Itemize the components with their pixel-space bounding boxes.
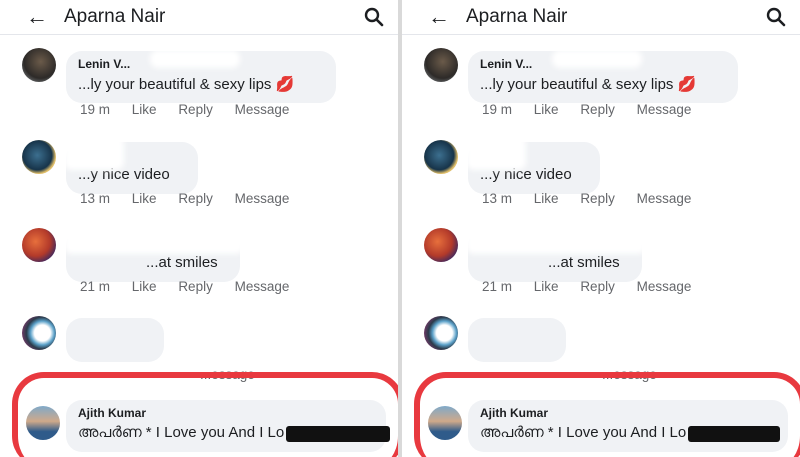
back-arrow-icon[interactable]: ← — [26, 4, 48, 30]
comment-time: 19 m — [80, 102, 111, 117]
like-link[interactable]: Like — [132, 191, 157, 206]
comment-actions: 13 m Like Reply Message — [482, 191, 709, 206]
avatar[interactable] — [424, 228, 458, 262]
message-link[interactable]: Message — [637, 102, 692, 117]
blurred-name — [64, 136, 124, 170]
reply-link[interactable]: Reply — [178, 191, 213, 206]
page-title: Aparna Nair — [64, 6, 166, 27]
like-link[interactable]: Like — [132, 102, 157, 117]
like-link[interactable]: Like — [534, 279, 559, 294]
comment-actions: 19 m Like Reply Message — [80, 102, 307, 117]
comment-text: ...ly your beautiful & sexy lips 💋 — [78, 76, 295, 93]
comment-time: 21 m — [482, 279, 513, 294]
blurred-name — [466, 136, 526, 170]
comment-time: 13 m — [482, 191, 513, 206]
page-title: Aparna Nair — [466, 6, 568, 27]
comment-time: 13 m — [80, 191, 111, 206]
search-icon[interactable] — [766, 7, 786, 27]
header-bar: ← Aparna Nair — [402, 0, 800, 35]
avatar[interactable] — [22, 140, 56, 174]
message-link[interactable]: Message — [235, 102, 290, 117]
comment-actions: 19 m Like Reply Message — [482, 102, 709, 117]
highlight-ring — [12, 372, 398, 457]
message-link[interactable]: Message — [235, 279, 290, 294]
like-link[interactable]: Like — [534, 102, 559, 117]
like-link[interactable]: Like — [132, 279, 157, 294]
comment-text: ...ly your beautiful & sexy lips 💋 — [480, 76, 697, 93]
avatar[interactable] — [22, 48, 56, 82]
reply-link[interactable]: Reply — [178, 279, 213, 294]
message-link[interactable]: Message — [637, 279, 692, 294]
comment-bubble — [66, 318, 164, 362]
avatar[interactable] — [22, 316, 56, 350]
back-arrow-icon[interactable]: ← — [428, 4, 450, 30]
message-link[interactable]: Message — [235, 191, 290, 206]
reply-link[interactable]: Reply — [580, 279, 615, 294]
search-icon[interactable] — [364, 7, 384, 27]
blurred-name — [466, 224, 646, 254]
blurred-name — [64, 224, 244, 254]
reply-link[interactable]: Reply — [580, 191, 615, 206]
avatar[interactable] — [424, 48, 458, 82]
message-link[interactable]: Message — [637, 191, 692, 206]
highlight-ring — [414, 372, 800, 457]
comment-time: 21 m — [80, 279, 111, 294]
screenshot-panel-left: ← Aparna Nair Lenin V... ...ly your beau… — [0, 0, 398, 457]
reply-link[interactable]: Reply — [580, 102, 615, 117]
comment-time: 19 m — [482, 102, 513, 117]
comment-text: ...at smiles — [146, 254, 218, 271]
comment-actions: 21 m Like Reply Message — [80, 279, 307, 294]
avatar[interactable] — [22, 228, 56, 262]
comment-author[interactable]: Lenin V... — [78, 57, 130, 71]
comment-bubble — [468, 318, 566, 362]
comment-actions: 21 m Like Reply Message — [482, 279, 709, 294]
header-bar: ← Aparna Nair — [0, 0, 398, 35]
blurred-name — [150, 50, 240, 68]
reply-link[interactable]: Reply — [178, 102, 213, 117]
comment-author[interactable]: Lenin V... — [480, 57, 532, 71]
blurred-name — [552, 50, 642, 68]
avatar[interactable] — [424, 316, 458, 350]
comment-text: ...at smiles — [548, 254, 620, 271]
like-link[interactable]: Like — [534, 191, 559, 206]
comment-actions: 13 m Like Reply Message — [80, 191, 307, 206]
avatar[interactable] — [424, 140, 458, 174]
screenshot-panel-right: ← Aparna Nair Lenin V... ...ly your beau… — [402, 0, 800, 457]
